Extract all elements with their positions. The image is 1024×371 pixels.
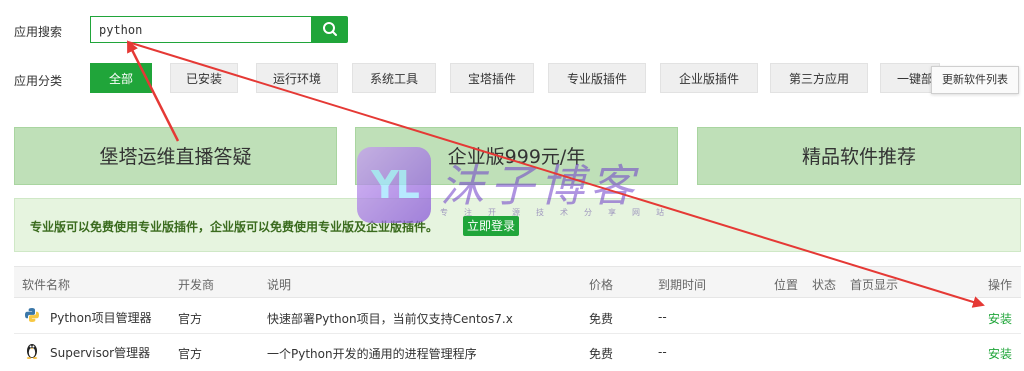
row2-expiry: --	[658, 345, 667, 359]
search-field[interactable]	[90, 16, 312, 43]
col-name: 软件名称	[22, 278, 71, 292]
row2-developer: 官方	[178, 347, 203, 361]
search-label: 应用搜索	[14, 25, 63, 39]
tab-pro-plugins[interactable]: 专业版插件	[548, 63, 646, 93]
row2-install-button[interactable]: 安装	[988, 345, 1012, 362]
row2-name: Supervisor管理器	[50, 346, 151, 360]
row1-price: 免费	[589, 312, 614, 326]
search-icon	[323, 22, 337, 36]
tab-system-tools[interactable]: 系统工具	[352, 63, 436, 93]
login-button[interactable]: 立即登录	[463, 216, 519, 236]
tab-installed[interactable]: 已安装	[170, 63, 238, 93]
row1-name: Python项目管理器	[50, 311, 152, 325]
watermark-subtitle: 专注开源技术分享网站	[440, 208, 680, 217]
row1-expiry: --	[658, 310, 667, 324]
tab-bt-plugins[interactable]: 宝塔插件	[450, 63, 534, 93]
banner-live-qa[interactable]: 堡塔运维直播答疑	[14, 127, 337, 185]
col-expiry: 到期时间	[658, 278, 707, 292]
tab-enterprise-plugins[interactable]: 企业版插件	[660, 63, 758, 93]
watermark-logo: YL	[357, 147, 431, 223]
banner-recommended[interactable]: 精品软件推荐	[697, 127, 1021, 185]
col-price: 价格	[589, 278, 614, 292]
watermark-title: 沫子博客	[440, 161, 640, 212]
row1-description: 快速部署Python项目，当前仅支持Centos7.x	[267, 312, 513, 326]
category-label: 应用分类	[14, 74, 63, 88]
col-description: 说明	[267, 278, 292, 292]
row2-price: 免费	[589, 347, 614, 361]
row2-description: 一个Python开发的通用的进程管理程序	[267, 347, 477, 361]
col-location: 位置	[774, 278, 799, 292]
python-logo-icon	[24, 307, 40, 323]
search-input[interactable]	[91, 17, 309, 42]
col-action: 操作	[988, 278, 1013, 292]
row-divider	[14, 333, 1021, 334]
col-status: 状态	[812, 278, 837, 292]
tab-third-party[interactable]: 第三方应用	[770, 63, 868, 93]
row1-developer: 官方	[178, 312, 203, 326]
row1-install-button[interactable]: 安装	[988, 310, 1012, 327]
col-developer: 开发商	[178, 278, 215, 292]
search-button[interactable]	[312, 16, 348, 43]
refresh-software-list-button[interactable]: 更新软件列表	[931, 66, 1019, 94]
tab-runtime[interactable]: 运行环境	[256, 63, 338, 93]
tab-all[interactable]: 全部	[90, 63, 152, 93]
linux-penguin-icon	[24, 341, 40, 359]
col-homepage-display: 首页显示	[850, 278, 899, 292]
